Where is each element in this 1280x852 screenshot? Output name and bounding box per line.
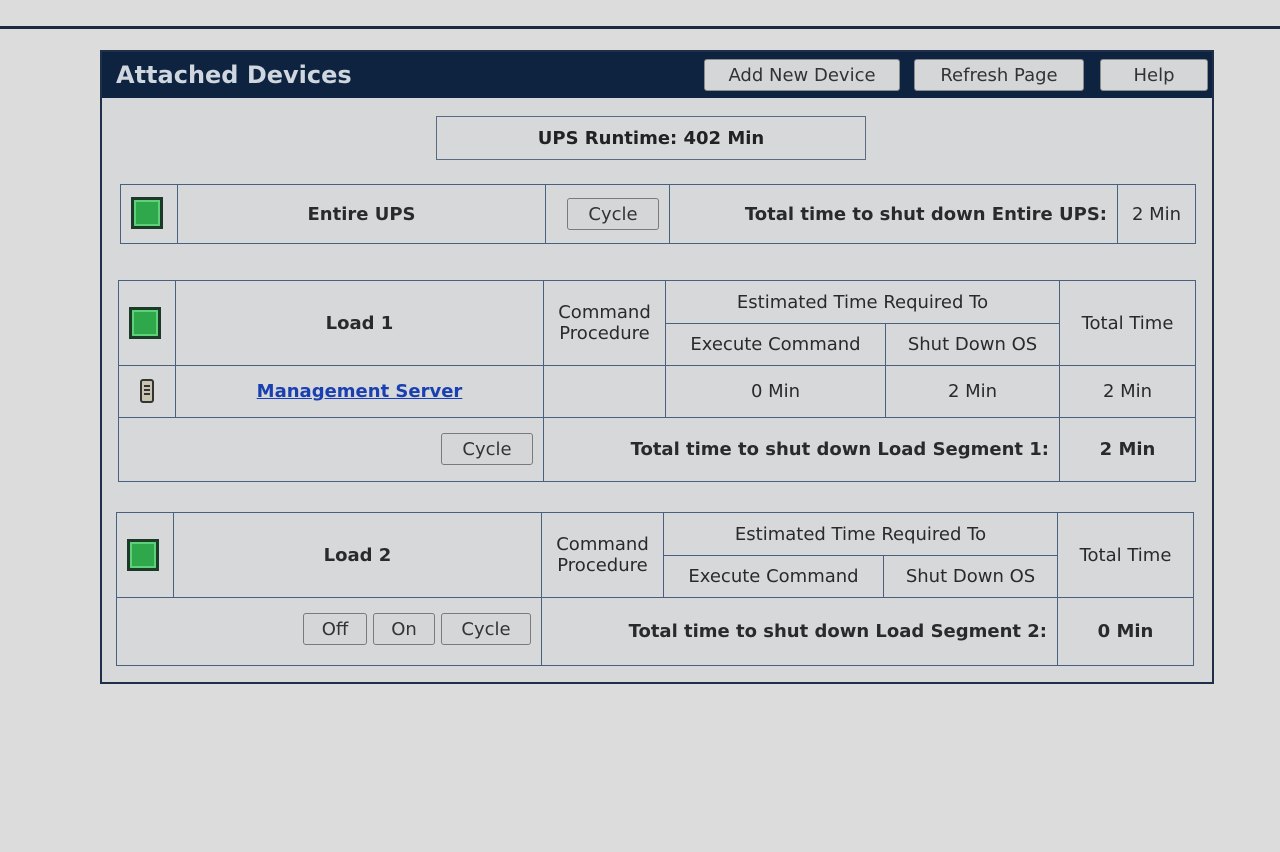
server-icon bbox=[140, 379, 154, 403]
add-new-device-button[interactable]: Add New Device bbox=[704, 59, 900, 91]
load1-estimated-header: Estimated Time Required To bbox=[736, 291, 989, 313]
help-button[interactable]: Help bbox=[1100, 59, 1208, 91]
load2-execute-command-header: Execute Command bbox=[688, 566, 859, 587]
ups-runtime: UPS Runtime: 402 Min bbox=[436, 116, 866, 160]
entire-ups-total-value: 2 Min bbox=[1131, 203, 1182, 225]
load2-on-button[interactable]: On bbox=[373, 613, 435, 645]
load1-total-time-header: Total Time bbox=[1081, 312, 1174, 334]
refresh-page-button[interactable]: Refresh Page bbox=[914, 59, 1084, 91]
load2-total-time-header: Total Time bbox=[1079, 544, 1172, 566]
device-shut-down-os-value: 2 Min bbox=[947, 381, 998, 402]
entire-ups-label: Entire UPS bbox=[307, 203, 416, 225]
load1-shut-down-os-header: Shut Down OS bbox=[907, 334, 1038, 355]
load2-status-led bbox=[127, 539, 159, 571]
load2-cycle-button[interactable]: Cycle bbox=[441, 613, 531, 645]
load2-total-label: Total time to shut down Load Segment 2: bbox=[628, 621, 1047, 642]
load1-block: Load 1 Command Procedure Estimated Time … bbox=[118, 280, 1196, 482]
load2-off-button[interactable]: Off bbox=[303, 613, 367, 645]
device-command-procedure bbox=[544, 366, 665, 417]
entire-ups-row: Entire UPS Cycle Total time to shut down… bbox=[120, 184, 1196, 244]
load1-label: Load 1 bbox=[325, 312, 394, 334]
load1-status-led bbox=[129, 307, 161, 339]
management-server-link[interactable]: Management Server bbox=[257, 381, 463, 402]
load1-cycle-button[interactable]: Cycle bbox=[441, 433, 533, 465]
load2-shut-down-os-header: Shut Down OS bbox=[905, 566, 1036, 587]
load2-estimated-header: Estimated Time Required To bbox=[734, 523, 987, 545]
load1-total-label: Total time to shut down Load Segment 1: bbox=[630, 439, 1049, 460]
attached-devices-panel: Attached Devices Add New Device Refresh … bbox=[100, 50, 1214, 684]
entire-ups-total-label: Total time to shut down Entire UPS: bbox=[744, 203, 1107, 225]
load2-total-value: 0 Min bbox=[1097, 621, 1154, 642]
top-divider bbox=[0, 26, 1280, 29]
load1-execute-command-header: Execute Command bbox=[690, 334, 861, 355]
entire-ups-cycle-button[interactable]: Cycle bbox=[567, 198, 659, 230]
load2-label: Load 2 bbox=[323, 544, 392, 566]
entire-ups-status-led bbox=[131, 197, 163, 229]
load1-command-procedure-header: Command Procedure bbox=[558, 302, 651, 344]
device-execute-command-value: 0 Min bbox=[750, 381, 801, 402]
device-total-time-value: 2 Min bbox=[1102, 381, 1153, 402]
load2-command-procedure-header: Command Procedure bbox=[556, 534, 649, 576]
panel-header: Attached Devices Add New Device Refresh … bbox=[102, 52, 1212, 98]
load1-total-value: 2 Min bbox=[1099, 439, 1156, 460]
load2-block: Load 2 Command Procedure Estimated Time … bbox=[116, 512, 1194, 666]
management-server-cell: Management Server bbox=[176, 366, 543, 417]
panel-title: Attached Devices bbox=[116, 61, 352, 89]
